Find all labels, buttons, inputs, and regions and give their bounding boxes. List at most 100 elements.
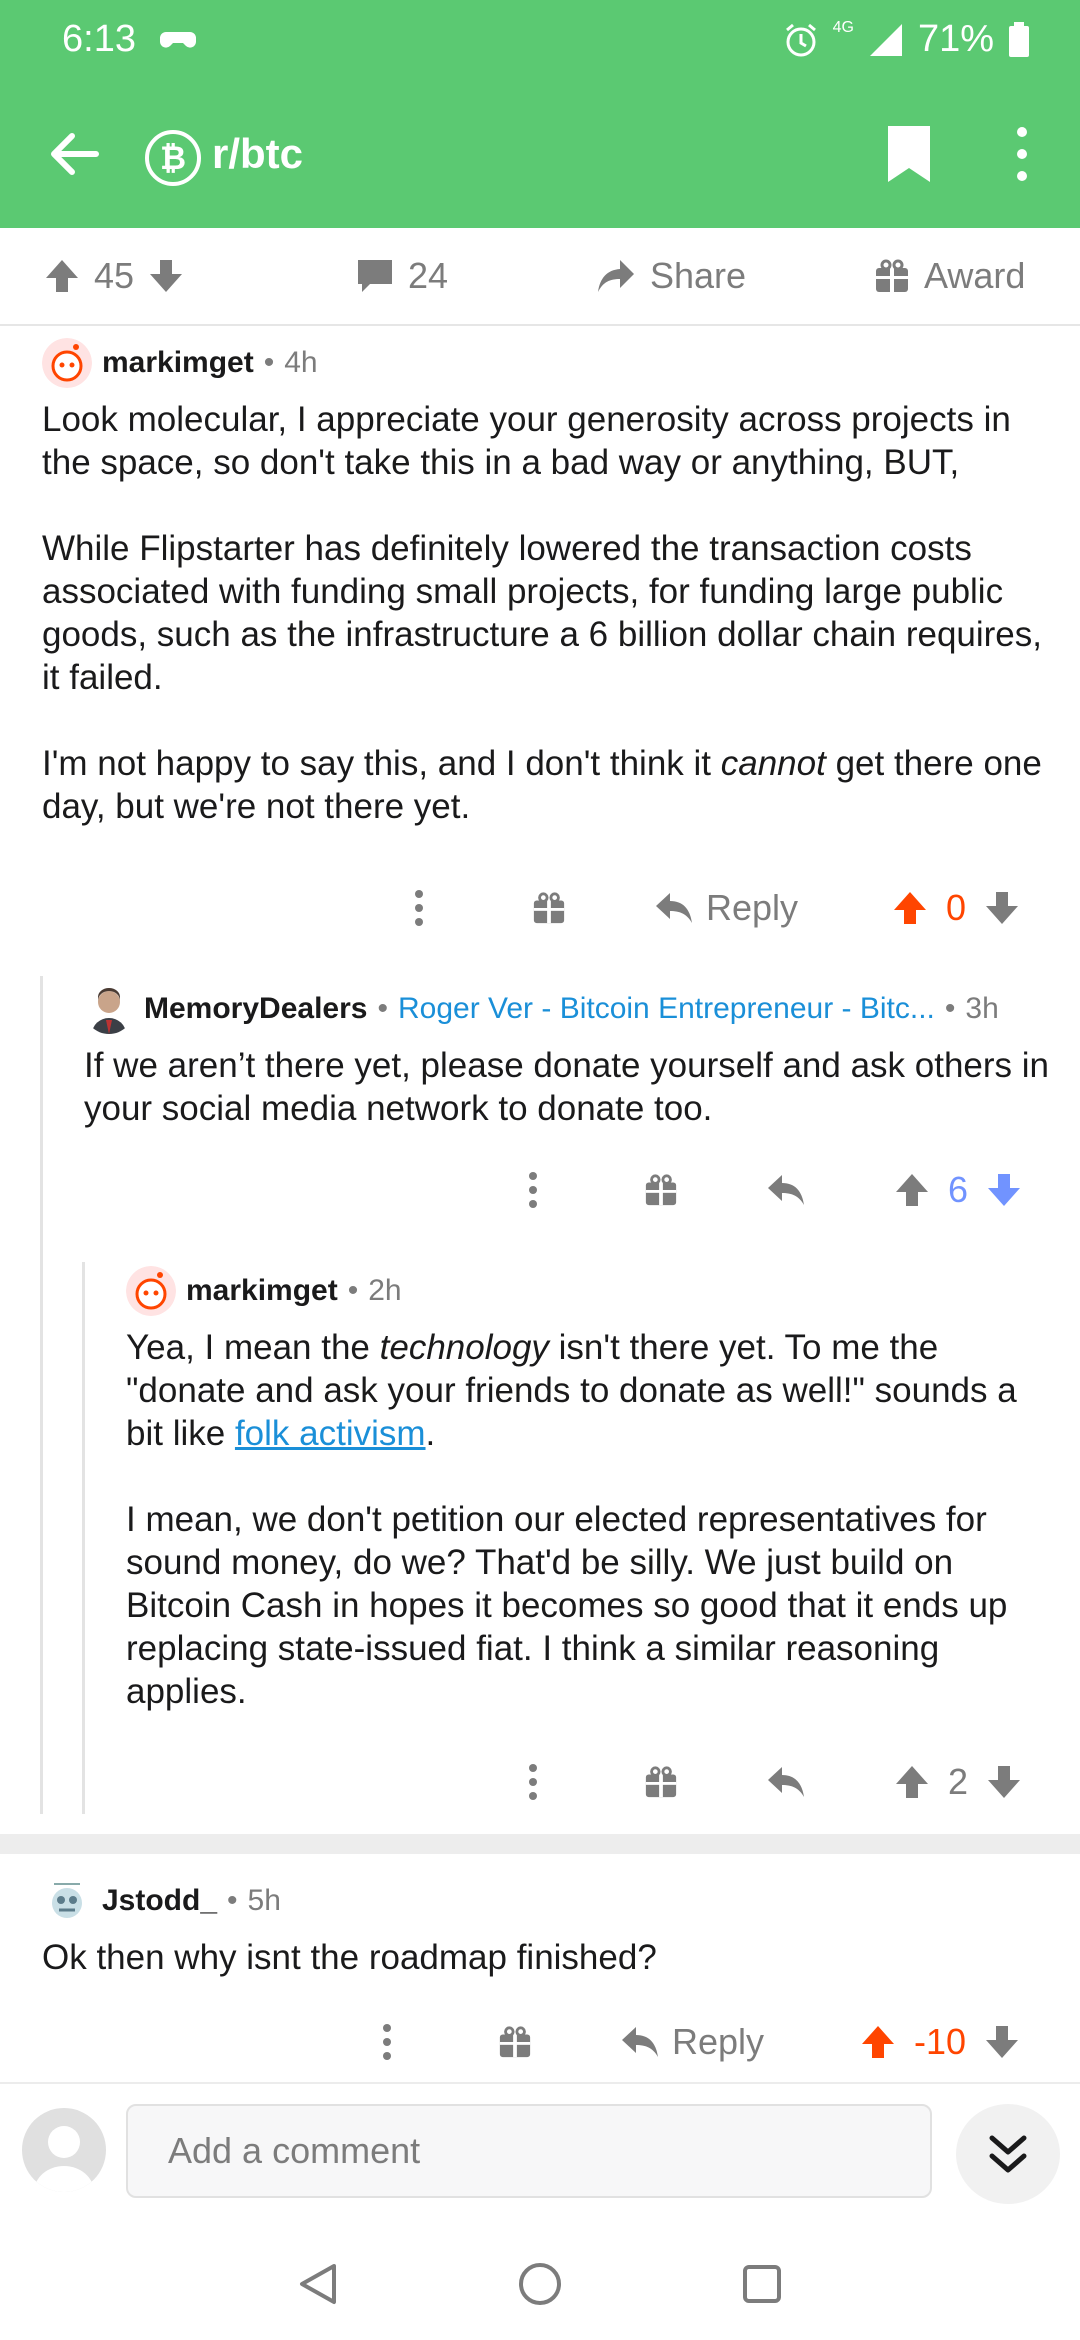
award-button[interactable] bbox=[498, 2012, 532, 2072]
add-comment-input[interactable]: Add a comment bbox=[126, 2104, 932, 2198]
comment-action-row: Reply -10 bbox=[0, 2012, 1080, 2072]
award-button[interactable] bbox=[644, 1160, 678, 1220]
double-chevron-down-icon bbox=[989, 2135, 1027, 2173]
upvote-icon[interactable] bbox=[894, 1764, 930, 1800]
bookmark-icon[interactable] bbox=[888, 126, 930, 182]
comment-author[interactable]: Jstodd_ bbox=[102, 1884, 217, 1918]
vertical-dots-icon bbox=[529, 1764, 537, 1800]
reply-arrow-icon bbox=[622, 2027, 658, 2057]
comment-thread-divider bbox=[0, 1834, 1080, 1854]
snoo-avatar-icon[interactable] bbox=[126, 1266, 176, 1316]
share-label: Share bbox=[650, 255, 747, 296]
subreddit-icon[interactable]: ₿ bbox=[145, 130, 201, 186]
nav-home-icon[interactable] bbox=[518, 2262, 562, 2306]
comment-body: Look molecular, I appreciate your genero… bbox=[42, 398, 1052, 828]
comment: markimget • 2h Yea, I mean the technolog… bbox=[126, 1266, 1056, 1713]
reply-button[interactable]: Reply bbox=[654, 878, 798, 938]
award-button[interactable] bbox=[644, 1752, 678, 1812]
default-avatar-icon bbox=[34, 2126, 94, 2192]
subreddit-name[interactable]: r/btc bbox=[212, 130, 303, 178]
downvote-icon[interactable] bbox=[986, 1172, 1022, 1208]
comment: MemoryDealers • Roger Ver - Bitcoin Entr… bbox=[84, 984, 1064, 1130]
comment-score: -10 bbox=[914, 2021, 967, 2062]
downvote-icon[interactable] bbox=[986, 1764, 1022, 1800]
status-time: 6:13 bbox=[62, 18, 136, 60]
status-bar: 6:13 4G 71% bbox=[0, 0, 1080, 80]
upvote-icon[interactable] bbox=[44, 258, 80, 294]
gift-icon bbox=[645, 1174, 677, 1206]
comment-vote-group: -10 bbox=[860, 2012, 1020, 2072]
comment-author[interactable]: markimget bbox=[186, 1274, 338, 1308]
back-arrow-icon[interactable] bbox=[44, 124, 104, 184]
more-options-button[interactable] bbox=[412, 878, 426, 938]
battery-percent: 71% bbox=[917, 18, 994, 60]
game-controller-icon bbox=[160, 32, 196, 48]
reply-button[interactable] bbox=[766, 1752, 806, 1812]
current-user-avatar[interactable] bbox=[22, 2108, 106, 2192]
comment-action-row: 2 bbox=[0, 1752, 1080, 1812]
comment-paragraph: While Flipstarter has definitely lowered… bbox=[42, 529, 1042, 697]
nav-recents-icon[interactable] bbox=[742, 2264, 782, 2304]
comment: Jstodd_ • 5h Ok then why isnt the roadma… bbox=[42, 1876, 1052, 1979]
upvote-icon[interactable] bbox=[894, 1172, 930, 1208]
comment-header: markimget • 4h bbox=[42, 338, 1052, 388]
comment-author[interactable]: markimget bbox=[102, 346, 254, 380]
comments-button[interactable]: 24 bbox=[356, 255, 448, 297]
thread-line[interactable] bbox=[40, 976, 43, 1814]
reply-arrow-icon bbox=[768, 1767, 804, 1797]
comment-author[interactable]: MemoryDealers bbox=[144, 992, 367, 1026]
comment-count: 24 bbox=[408, 255, 449, 296]
folk-activism-link[interactable]: folk activism bbox=[235, 1414, 426, 1453]
upvote-icon[interactable] bbox=[892, 890, 928, 926]
vertical-dots-icon bbox=[415, 890, 423, 926]
comment-vote-group: 2 bbox=[894, 1752, 1022, 1812]
vertical-dots-icon bbox=[529, 1172, 537, 1208]
comment-score: 6 bbox=[948, 1169, 969, 1210]
downvote-icon[interactable] bbox=[984, 890, 1020, 926]
user-avatar-icon[interactable] bbox=[42, 1876, 92, 1926]
upvote-icon[interactable] bbox=[860, 2024, 896, 2060]
more-options-button[interactable] bbox=[526, 1160, 540, 1220]
comment-score: 0 bbox=[946, 887, 967, 928]
next-comment-button[interactable] bbox=[956, 2104, 1060, 2204]
nav-back-icon[interactable] bbox=[298, 2262, 338, 2306]
app-bar: ₿ r/btc bbox=[0, 80, 1080, 228]
comment-time: 2h bbox=[368, 1274, 402, 1307]
thread-line[interactable] bbox=[82, 1262, 85, 1814]
comment-action-row: 6 bbox=[0, 1160, 1080, 1220]
comment-paragraph: Ok then why isnt the roadmap finished? bbox=[42, 1938, 657, 1977]
share-button[interactable]: Share bbox=[596, 255, 746, 297]
text-run: . bbox=[425, 1414, 436, 1453]
downvote-icon[interactable] bbox=[984, 2024, 1020, 2060]
more-options-button[interactable] bbox=[526, 1752, 540, 1812]
award-button[interactable]: Award bbox=[874, 255, 1025, 297]
share-icon bbox=[598, 260, 634, 292]
vertical-dots-icon bbox=[383, 2024, 391, 2060]
gift-icon bbox=[499, 2026, 531, 2058]
separator-dot: • bbox=[347, 1274, 359, 1307]
award-button[interactable] bbox=[532, 878, 566, 938]
user-avatar-icon[interactable] bbox=[84, 984, 134, 1034]
overflow-menu-icon[interactable] bbox=[1010, 124, 1034, 184]
comment-body: If we aren’t there yet, please donate yo… bbox=[84, 1044, 1064, 1130]
network-type: 4G bbox=[832, 18, 854, 36]
reply-button[interactable]: Reply bbox=[620, 2012, 764, 2072]
comment-vote-group: 0 bbox=[892, 878, 1020, 938]
more-options-button[interactable] bbox=[380, 2012, 394, 2072]
comment-header: MemoryDealers • Roger Ver - Bitcoin Entr… bbox=[84, 984, 1064, 1034]
gift-icon bbox=[645, 1766, 677, 1798]
post-score: 45 bbox=[94, 255, 135, 296]
comment-composer-bar: Add a comment bbox=[0, 2082, 1080, 2218]
alarm-icon bbox=[785, 23, 816, 56]
emphasis-text: technology bbox=[379, 1328, 549, 1367]
system-navigation-bar bbox=[0, 2218, 1080, 2340]
reply-button[interactable] bbox=[766, 1160, 806, 1220]
downvote-icon[interactable] bbox=[148, 258, 184, 294]
user-flair: Roger Ver - Bitcoin Entrepreneur - Bitc.… bbox=[397, 992, 935, 1025]
reply-label: Reply bbox=[672, 2021, 765, 2062]
status-indicators: 4G 71% bbox=[783, 18, 1030, 61]
comment-score: 2 bbox=[948, 1761, 969, 1802]
battery-icon bbox=[1009, 21, 1029, 57]
snoo-avatar-icon[interactable] bbox=[42, 338, 92, 388]
comment-action-row: Reply 0 bbox=[0, 878, 1080, 938]
